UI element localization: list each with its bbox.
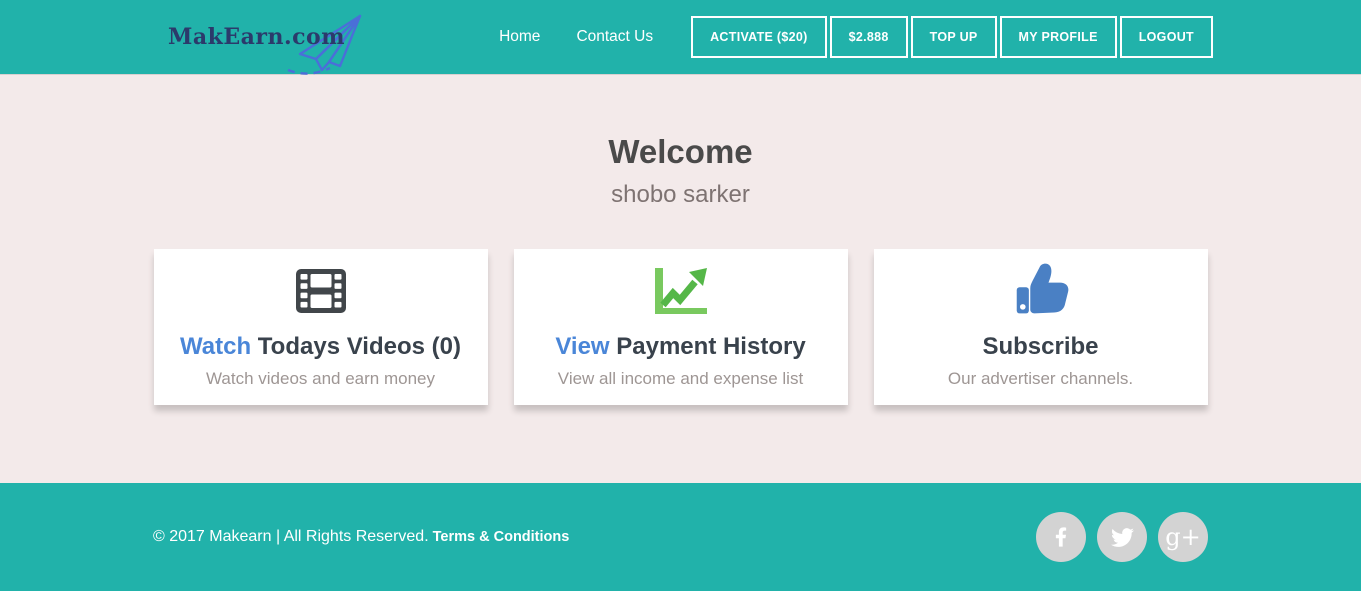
subscribe-title[interactable]: Subscribe — [874, 333, 1208, 361]
watch-link[interactable]: Watch — [180, 333, 251, 360]
twitter-icon[interactable] — [1097, 512, 1147, 562]
subscribe-title-rest: Subscribe — [982, 333, 1098, 360]
cards-row: Watch Todays Videos (0) Watch videos and… — [0, 249, 1361, 405]
top-up-button[interactable]: TOP UP — [911, 16, 997, 58]
balance-button[interactable]: $2.888 — [830, 16, 908, 58]
nav-contact-us[interactable]: Contact Us — [576, 28, 653, 46]
main-nav: Home Contact Us — [499, 28, 653, 46]
film-icon — [154, 261, 488, 321]
header: MakEarn.com Home Contact Us ACTIVATE ($2… — [0, 0, 1361, 75]
main-content: Welcome shobo sarker — [0, 75, 1361, 483]
payment-history-card: View Payment History View all income and… — [514, 249, 848, 405]
my-profile-button[interactable]: MY PROFILE — [1000, 16, 1117, 58]
payment-history-subtitle: View all income and expense list — [514, 369, 848, 389]
welcome-username: shobo sarker — [0, 181, 1361, 209]
logo[interactable]: MakEarn.com — [168, 24, 345, 50]
payment-title-rest: Payment History — [610, 333, 806, 360]
social-links: g+ — [1036, 512, 1208, 562]
subscribe-subtitle: Our advertiser channels. — [874, 369, 1208, 389]
watch-title-rest: Todays Videos (0) — [251, 333, 461, 360]
copyright-label: © 2017 Makearn | All Rights Reserved. — [153, 528, 429, 545]
welcome-title: Welcome — [0, 75, 1361, 171]
watch-videos-subtitle: Watch videos and earn money — [154, 369, 488, 389]
watch-videos-title: Watch Todays Videos (0) — [154, 333, 488, 361]
line-chart-icon — [514, 261, 848, 321]
logout-button[interactable]: LOGOUT — [1120, 16, 1213, 58]
footer: © 2017 Makearn | All Rights Reserved.Ter… — [0, 483, 1361, 591]
logo-text: MakEarn.com — [168, 24, 345, 50]
google-plus-glyph: g+ — [1165, 525, 1200, 549]
header-button-group: ACTIVATE ($20) $2.888 TOP UP MY PROFILE … — [691, 16, 1213, 58]
copyright-text: © 2017 Makearn | All Rights Reserved.Ter… — [153, 528, 569, 546]
thumbs-up-icon — [874, 261, 1208, 321]
payment-history-title: View Payment History — [514, 333, 848, 361]
watch-videos-card: Watch Todays Videos (0) Watch videos and… — [154, 249, 488, 405]
nav-home[interactable]: Home — [499, 28, 540, 46]
terms-conditions-link[interactable]: Terms & Conditions — [433, 529, 570, 545]
activate-button[interactable]: ACTIVATE ($20) — [691, 16, 827, 58]
google-plus-icon[interactable]: g+ — [1158, 512, 1208, 562]
facebook-icon[interactable] — [1036, 512, 1086, 562]
subscribe-card: Subscribe Our advertiser channels. — [874, 249, 1208, 405]
view-link[interactable]: View — [555, 333, 609, 360]
